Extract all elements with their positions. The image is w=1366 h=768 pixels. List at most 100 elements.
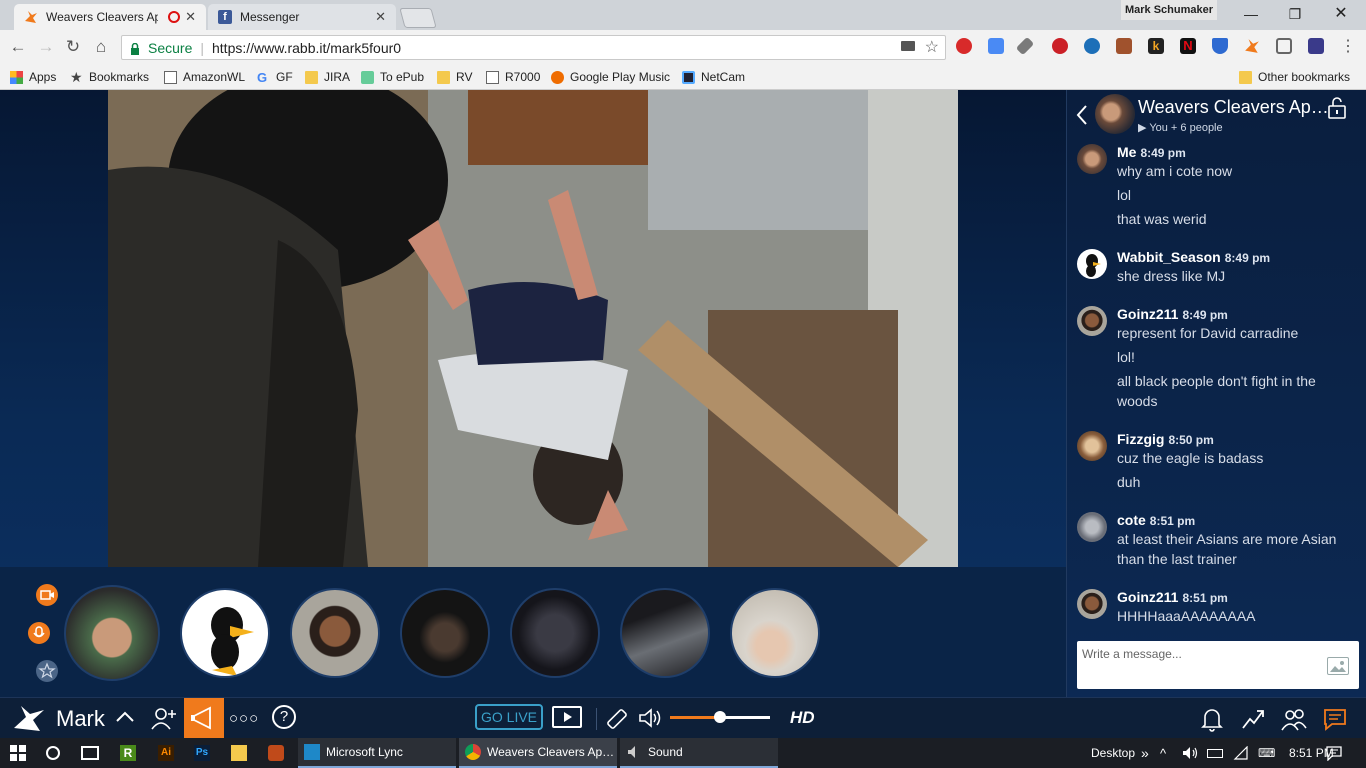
download-extension-icon[interactable] — [1212, 38, 1228, 54]
taskbar-chrome[interactable]: Weavers Cleavers Ap… — [459, 738, 617, 768]
profile-name[interactable]: Mark Schumaker — [1121, 0, 1217, 20]
participant-avatar-5[interactable] — [510, 588, 600, 678]
bookmark-to-epub[interactable]: To ePub — [361, 68, 424, 86]
participant-avatar-4[interactable] — [400, 588, 490, 678]
cast-icon[interactable] — [1276, 38, 1292, 54]
room-people-count[interactable]: ▶ You + 6 people — [1138, 121, 1223, 134]
minimize-icon[interactable]: — — [1236, 3, 1266, 25]
desktop-label[interactable]: Desktop — [1091, 738, 1135, 768]
notifications-bell-icon[interactable] — [1200, 706, 1224, 737]
close-tab-icon[interactable]: ✕ — [375, 9, 386, 25]
camera-toggle-icon[interactable] — [36, 584, 58, 606]
shield-extension-icon[interactable] — [1084, 38, 1100, 54]
menu-dots-icon[interactable]: ⋮ — [1340, 36, 1356, 56]
hd-quality-label[interactable]: HD — [790, 708, 815, 728]
camera-icon[interactable] — [901, 41, 915, 51]
chat-toggle-icon[interactable] — [1322, 706, 1348, 737]
volume-icon[interactable] — [637, 706, 663, 735]
reload-icon[interactable]: ↻ — [62, 36, 84, 58]
pinterest-icon[interactable] — [1052, 38, 1068, 54]
k-extension-icon[interactable]: k — [1148, 38, 1164, 54]
rabbit-extension-icon[interactable] — [1244, 38, 1260, 54]
bookmark-rv[interactable]: RV — [437, 68, 472, 86]
new-tab-button[interactable] — [399, 8, 437, 28]
taskbar-sound[interactable]: Sound — [620, 738, 778, 768]
restore-icon[interactable]: ❐ — [1280, 3, 1310, 25]
bookmark-amazonwl[interactable]: AmazonWL — [164, 68, 245, 86]
bookmark-bookmarks[interactable]: ★ Bookmarks — [70, 68, 149, 86]
rabbit-logo-icon[interactable] — [12, 704, 46, 737]
close-tab-icon[interactable]: ✕ — [185, 9, 196, 25]
chevron-up-tray-icon[interactable]: ^ — [1160, 738, 1166, 768]
participant-avatar-6[interactable] — [620, 588, 710, 678]
battery-icon[interactable] — [1207, 738, 1223, 768]
windows-taskbar: R Ai Ps Microsoft Lync Weavers Cleavers … — [0, 738, 1366, 768]
tab-messenger[interactable]: f Messenger ✕ — [208, 4, 396, 30]
participant-avatar-1[interactable] — [64, 585, 160, 681]
close-window-icon[interactable]: ✕ — [1326, 3, 1356, 25]
bookmark-gf[interactable]: G GF — [257, 68, 293, 86]
file-explorer-icon[interactable] — [231, 738, 247, 768]
task-view-icon[interactable] — [81, 738, 99, 768]
favorite-star-icon[interactable] — [36, 660, 58, 682]
image-upload-icon[interactable] — [1327, 657, 1349, 675]
bookmark-star-icon[interactable]: ☆ — [925, 37, 939, 57]
action-center-icon[interactable] — [1326, 738, 1342, 768]
bookmark-netcam[interactable]: NetCam — [682, 68, 745, 86]
bookmark-r7000[interactable]: R7000 — [486, 68, 540, 86]
bookmark-apps[interactable]: Apps — [10, 68, 56, 86]
volume-slider[interactable] — [670, 711, 770, 723]
cortana-icon[interactable] — [46, 738, 60, 768]
illustrator-icon[interactable]: Ai — [158, 738, 174, 768]
bookmark-jira[interactable]: JIRA — [305, 68, 350, 86]
trending-icon[interactable] — [1240, 706, 1266, 737]
message-text: all black people don't fight in the wood… — [1117, 373, 1316, 409]
taskbar-lync[interactable]: Microsoft Lync — [298, 738, 456, 768]
chevron-up-icon[interactable] — [114, 706, 136, 733]
bookmark-google-play-music[interactable]: Google Play Music — [551, 68, 670, 86]
forward-arrow-icon[interactable]: → — [35, 36, 57, 58]
friends-icon[interactable] — [1280, 706, 1308, 737]
chevron-double-icon[interactable]: » — [1141, 738, 1149, 768]
user-name-label[interactable]: Mark — [56, 706, 105, 732]
bottom-control-bar: Mark ○○○ ? GO LIVE HD — [0, 697, 1066, 738]
participant-avatar-2[interactable] — [180, 588, 270, 678]
wifi-icon[interactable] — [1233, 738, 1249, 768]
photoshop-icon[interactable]: Ps — [194, 738, 210, 768]
google-extension-icon[interactable] — [988, 38, 1004, 54]
add-user-icon[interactable] — [150, 706, 178, 735]
netflix-icon[interactable]: N — [1180, 38, 1196, 54]
microphone-toggle-icon[interactable] — [28, 622, 50, 644]
broadcast-button[interactable] — [184, 698, 224, 738]
more-options-icon[interactable]: ○○○ — [229, 710, 259, 727]
volume-tray-icon[interactable] — [1182, 738, 1200, 768]
back-arrow-icon[interactable]: ← — [7, 36, 29, 58]
participant-avatar-3[interactable] — [290, 588, 380, 678]
r-app-icon[interactable]: R — [120, 738, 136, 768]
home-icon[interactable]: ⌂ — [90, 36, 112, 58]
shared-video[interactable] — [108, 90, 958, 567]
message-text: duh — [1117, 474, 1141, 490]
url-text[interactable]: https://www.rabb.it/mark5four0 — [212, 40, 401, 56]
tab-weavers-cleavers[interactable]: Weavers Cleavers App ✕ — [14, 4, 206, 30]
participant-avatar-7[interactable] — [730, 588, 820, 678]
message-input[interactable]: Write a message... — [1077, 641, 1359, 689]
windows-start-icon[interactable] — [10, 738, 26, 768]
bookmark-other[interactable]: Other bookmarks — [1239, 68, 1350, 86]
address-bar[interactable]: Secure | https://www.rabb.it/mark5four0 … — [121, 35, 946, 60]
keyboard-lang-icon[interactable]: ⌨ — [1258, 738, 1275, 768]
message-author: Goinz211 8:51 pm — [1117, 589, 1228, 605]
remote-control-icon[interactable] — [604, 706, 630, 737]
go-live-button[interactable]: GO LIVE — [475, 704, 543, 730]
briefcase-extension-icon[interactable] — [1116, 38, 1132, 54]
unlock-icon[interactable] — [1325, 96, 1349, 125]
game-app-icon[interactable] — [268, 738, 284, 768]
purple-extension-icon[interactable] — [1308, 38, 1324, 54]
chevron-left-icon[interactable] — [1075, 104, 1089, 131]
message-author: Wabbit_Season 8:49 pm — [1117, 249, 1271, 265]
opera-extension-icon[interactable] — [956, 38, 972, 54]
tab-strip: Weavers Cleavers App ✕ f Messenger ✕ Mar… — [0, 0, 1366, 30]
volume-knob[interactable] — [714, 711, 726, 723]
help-icon[interactable]: ? — [272, 705, 296, 729]
play-media-icon[interactable] — [552, 706, 582, 728]
